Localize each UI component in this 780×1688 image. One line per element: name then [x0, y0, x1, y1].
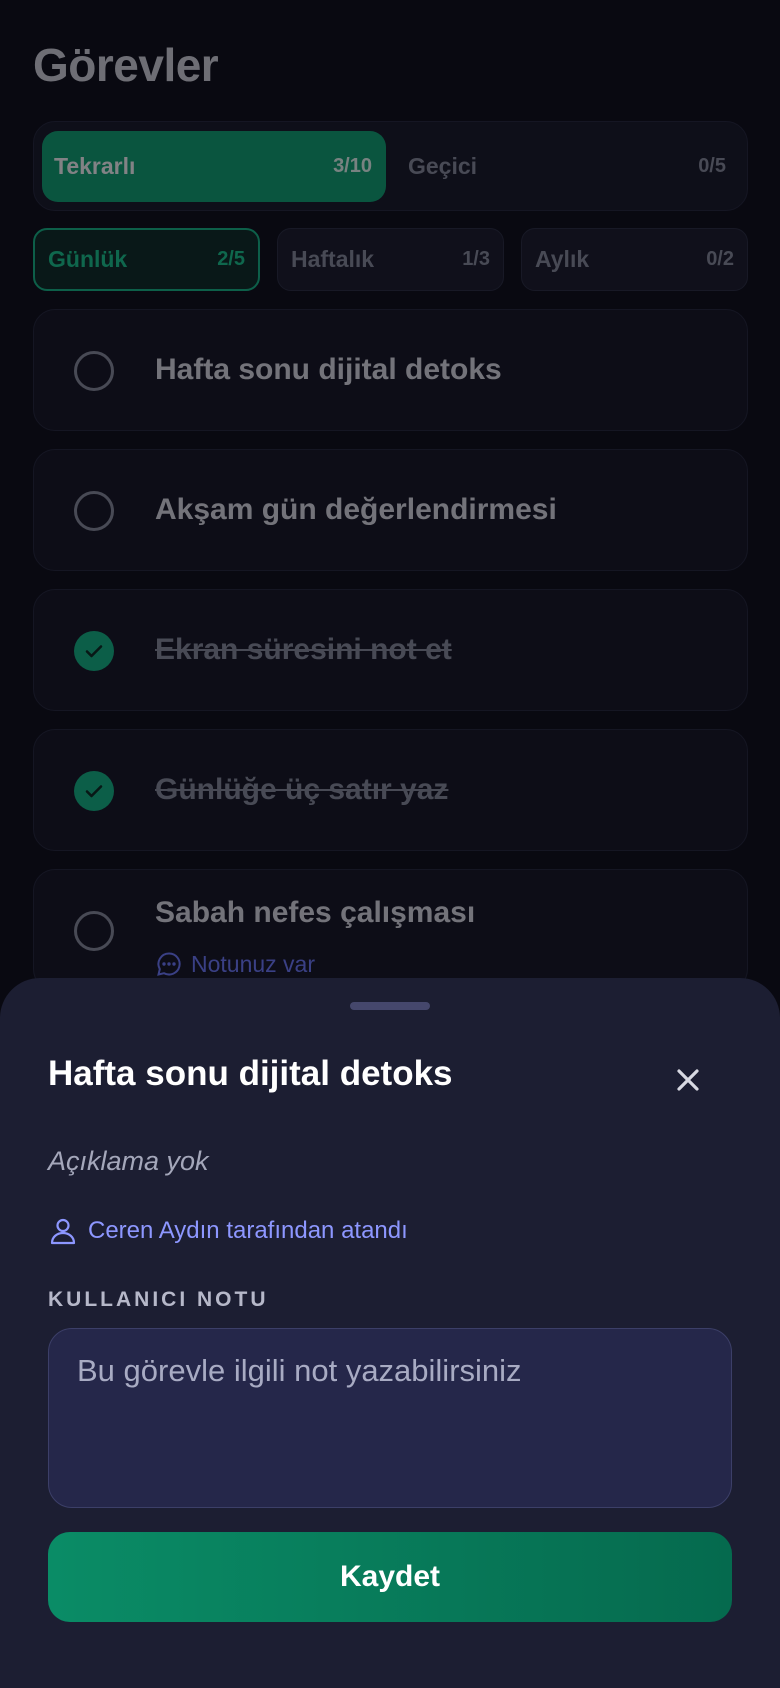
user-icon	[50, 1218, 76, 1245]
sheet-title: Hafta sonu dijital detoks	[48, 1054, 453, 1093]
assigned-by: Ceren Aydın tarafından atandı	[48, 1216, 408, 1246]
user-note-label: KULLANICI NOTU	[48, 1288, 269, 1311]
close-icon	[677, 1069, 699, 1091]
task-detail-sheet: Hafta sonu dijital detoks Açıklama yok C…	[0, 978, 780, 1688]
sheet-drag-handle[interactable]	[350, 1002, 430, 1010]
assigned-by-text: Ceren Aydın tarafından atandı	[88, 1217, 408, 1244]
user-note-input[interactable]	[48, 1328, 732, 1508]
tasks-screen: Görevler Tekrarlı 3/10 Geçici 0/5 Günlük…	[0, 0, 780, 1688]
save-button[interactable]: Kaydet	[48, 1532, 732, 1622]
close-button[interactable]	[668, 1060, 708, 1100]
task-description: Açıklama yok	[48, 1146, 209, 1176]
